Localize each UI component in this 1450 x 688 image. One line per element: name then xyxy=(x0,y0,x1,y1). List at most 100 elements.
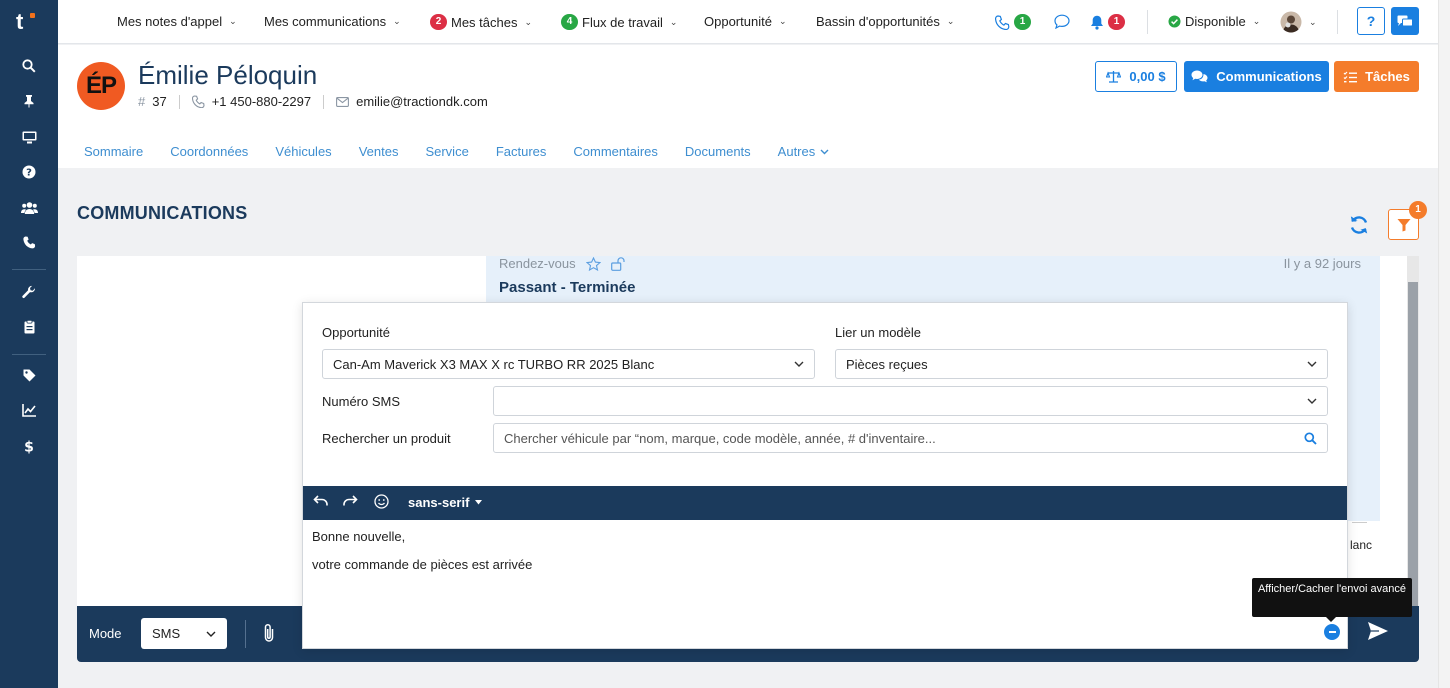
message-fragment: lanc xyxy=(1350,538,1373,552)
nav-call-notes[interactable]: Mes notes d'appel ⌄ xyxy=(117,14,237,29)
sms-number-select[interactable] xyxy=(493,386,1328,416)
opportunity-select[interactable]: Can-Am Maverick X3 MAX X rc TURBO RR 202… xyxy=(322,349,815,379)
editor-line: votre commande de pièces est arrivée xyxy=(312,557,533,572)
tasks-button[interactable]: Tâches xyxy=(1334,61,1419,92)
undo-icon[interactable] xyxy=(313,495,329,507)
tab-summary[interactable]: Sommaire xyxy=(84,144,143,159)
balance-scale-icon xyxy=(1106,70,1122,83)
clipboard-icon[interactable] xyxy=(19,317,39,337)
advanced-send-tooltip: Afficher/Cacher l'envoi avancé xyxy=(1252,578,1412,617)
tab-vehicles[interactable]: Véhicules xyxy=(275,144,331,159)
font-family-select[interactable]: sans-serif xyxy=(408,495,483,510)
unlock-icon[interactable] xyxy=(610,256,626,271)
nav-opportunity[interactable]: Opportunité ⌄ xyxy=(704,14,786,29)
phone-calls-button[interactable]: 1 xyxy=(995,14,1031,30)
wrench-icon[interactable] xyxy=(19,282,39,302)
balance-button[interactable]: 0,00 $ xyxy=(1095,61,1177,92)
template-label: Lier un modèle xyxy=(835,325,921,340)
phone-badge: 1 xyxy=(1014,14,1031,30)
advanced-send-toggle[interactable] xyxy=(1324,624,1340,640)
mode-select[interactable]: SMS xyxy=(141,618,227,649)
task-list-icon xyxy=(1343,71,1358,83)
tab-comments[interactable]: Commentaires xyxy=(573,144,658,159)
sidebar: t ? $ xyxy=(0,0,58,688)
dollar-icon[interactable]: $ xyxy=(19,436,39,456)
tag-icon[interactable] xyxy=(19,365,39,385)
notifications-button[interactable]: 1 xyxy=(1090,14,1125,30)
envelope-icon xyxy=(336,96,350,107)
chevron-down-icon xyxy=(1307,361,1317,367)
contact-number: 37 xyxy=(152,94,167,109)
contact-email[interactable]: emilie@tractiondk.com xyxy=(356,94,488,109)
message-type: Rendez-vous xyxy=(499,256,626,271)
help-button[interactable]: ? xyxy=(1357,7,1385,35)
opportunity-label: Opportunité xyxy=(322,325,390,340)
tab-documents[interactable]: Documents xyxy=(685,144,751,159)
chevron-down-icon xyxy=(206,631,216,637)
tab-invoices[interactable]: Factures xyxy=(496,144,547,159)
emoji-icon[interactable] xyxy=(374,494,389,509)
page-scrollbar[interactable] xyxy=(1438,0,1450,688)
product-search-label: Rechercher un produit xyxy=(322,431,451,446)
search-icon[interactable] xyxy=(19,56,39,76)
redo-icon[interactable] xyxy=(342,495,358,507)
editor-line: Bonne nouvelle, xyxy=(312,529,406,544)
messages-button[interactable] xyxy=(1391,7,1419,35)
sms-number-label: Numéro SMS xyxy=(322,394,401,409)
chart-line-icon[interactable] xyxy=(19,400,39,420)
tab-contact-details[interactable]: Coordonnées xyxy=(170,144,248,159)
help-circle-icon[interactable]: ? xyxy=(19,162,39,182)
chevron-down-icon xyxy=(1307,398,1317,404)
template-select[interactable]: Pièces reçues xyxy=(835,349,1328,379)
editor-toolbar: sans-serif xyxy=(303,486,1347,520)
check-circle-icon xyxy=(1168,15,1181,28)
nav-tasks[interactable]: 2 Mes tâches ⌄ xyxy=(430,14,532,30)
app-logo[interactable]: t xyxy=(16,9,42,35)
refresh-icon[interactable] xyxy=(1347,213,1371,237)
send-icon[interactable] xyxy=(1367,621,1389,641)
phone-outline-icon xyxy=(995,14,1010,30)
phone-icon[interactable] xyxy=(19,232,39,252)
monitor-icon[interactable] xyxy=(19,127,39,147)
phone-icon xyxy=(191,95,205,108)
filter-icon xyxy=(1397,218,1411,232)
tab-others[interactable]: Autres xyxy=(778,144,830,159)
svg-text:$: $ xyxy=(24,439,34,454)
nav-workflow[interactable]: 4 Flux de travail ⌄ xyxy=(561,14,677,30)
nav-communications[interactable]: Mes communications ⌄ xyxy=(264,14,401,29)
search-icon[interactable] xyxy=(1304,431,1317,445)
tab-sales[interactable]: Ventes xyxy=(359,144,399,159)
contact-tabs: Sommaire Coordonnées Véhicules Ventes Se… xyxy=(84,144,856,159)
tasks-badge: 2 xyxy=(430,14,447,30)
product-search-input[interactable]: Chercher véhicule par “nom, marque, code… xyxy=(493,423,1328,453)
filter-badge: 1 xyxy=(1409,201,1427,219)
mode-label: Mode xyxy=(89,626,122,641)
bell-icon xyxy=(1090,15,1104,30)
user-menu[interactable]: ⌄ xyxy=(1280,11,1317,33)
section-title: COMMUNICATIONS xyxy=(77,203,248,223)
pin-icon[interactable] xyxy=(19,91,39,111)
message-title: Passant - Terminée xyxy=(499,279,636,296)
contact-header: ÉP Émilie Péloquin # 37 +1 450-880-2297 … xyxy=(58,45,1438,168)
workflow-badge: 4 xyxy=(561,14,578,30)
chat-icon[interactable] xyxy=(1054,14,1070,29)
chat-bubbles-icon xyxy=(1397,15,1413,28)
contact-info: # 37 +1 450-880-2297 emilie@tractiondk.c… xyxy=(138,94,488,109)
status-dropdown[interactable]: Disponible ⌄ xyxy=(1168,14,1260,29)
filter-button[interactable]: 1 xyxy=(1388,201,1427,240)
message-editor[interactable]: Bonne nouvelle, votre commande de pièces… xyxy=(303,520,1347,648)
nav-opportunity-pool[interactable]: Bassin d'opportunités ⌄ xyxy=(816,14,954,29)
communications-button[interactable]: Communications xyxy=(1184,61,1329,92)
chevron-down-icon xyxy=(794,361,804,367)
paperclip-icon[interactable] xyxy=(263,623,275,643)
chevron-down-icon xyxy=(820,149,829,155)
user-avatar xyxy=(1280,11,1302,33)
tab-service[interactable]: Service xyxy=(425,144,468,159)
top-navigation-bar: Mes notes d'appel ⌄ Mes communications ⌄ 2… xyxy=(58,0,1438,44)
compose-panel: Opportunité Can-Am Maverick X3 MAX X rc … xyxy=(302,302,1348,649)
hash-icon: # xyxy=(138,94,146,109)
contact-phone[interactable]: +1 450-880-2297 xyxy=(212,94,311,109)
users-icon[interactable] xyxy=(19,197,39,217)
panel-scrollbar[interactable] xyxy=(1407,256,1419,606)
star-icon[interactable] xyxy=(585,256,601,271)
